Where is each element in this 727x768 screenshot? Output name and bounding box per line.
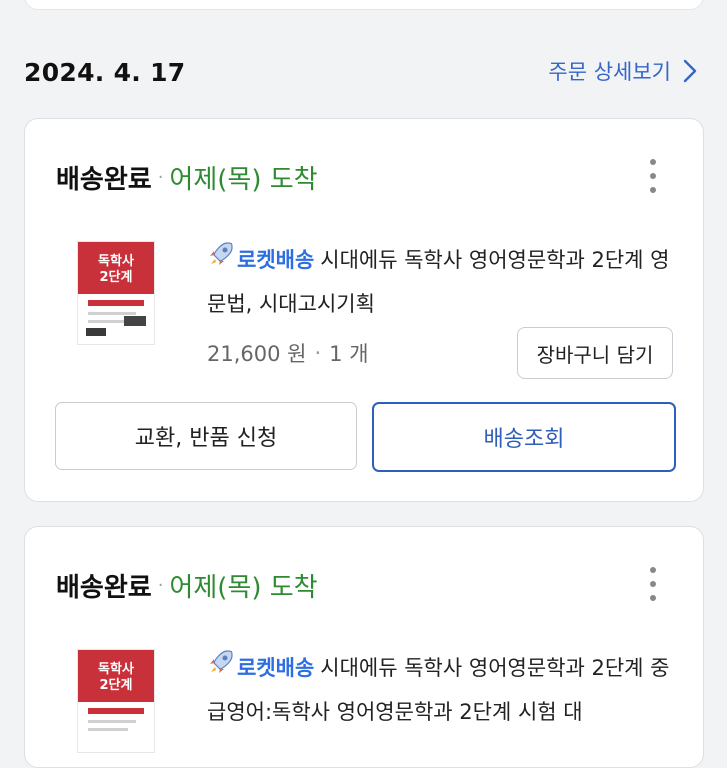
delivery-status: 배송완료 · 어제(목) 도착 [56, 159, 318, 196]
track-delivery-button[interactable]: 배송조회 [372, 402, 676, 472]
chevron-right-icon [683, 59, 697, 83]
cover-title-line2: 2단계 [99, 270, 133, 285]
order-header: 2024. 4. 17 주문 상세보기 [0, 52, 727, 96]
order-detail-label: 주문 상세보기 [548, 60, 671, 84]
add-to-cart-button[interactable]: 장바구니 담기 [517, 327, 673, 379]
product-thumbnail[interactable]: 독학사 2단계 [77, 241, 155, 345]
status-separator: · [157, 167, 164, 188]
order-item-card: 배송완료 · 어제(목) 도착 독학사 2단계 로켓배송 시대에듀 독학사 영어영… [24, 526, 704, 768]
arrival-text: 어제(목) 도착 [169, 573, 318, 603]
product-thumbnail[interactable]: 독학사 2단계 [77, 649, 155, 753]
order-detail-link[interactable]: 주문 상세보기 [548, 56, 697, 86]
rocket-delivery-label: 로켓배송 [237, 656, 315, 680]
previous-order-card [24, 0, 704, 10]
product-title[interactable]: 로켓배송 시대에듀 독학사 영어영문학과 2단계 영문법, 시대고시기획 [207, 239, 677, 326]
status-separator: · [157, 575, 164, 596]
cover-title-line2: 2단계 [99, 678, 133, 693]
arrival-text: 어제(목) 도착 [169, 165, 318, 195]
quantity: 1 개 [329, 342, 369, 366]
status-label: 배송완료 [56, 573, 152, 603]
status-label: 배송완료 [56, 165, 152, 195]
price: 21,600 원 [207, 342, 307, 366]
more-options-icon[interactable] [645, 567, 661, 601]
more-options-icon[interactable] [645, 159, 661, 193]
product-title[interactable]: 로켓배송 시대에듀 독학사 영어영문학과 2단계 중급영어:독학사 영어영문학과 … [207, 647, 677, 734]
rocket-icon [207, 240, 237, 283]
rocket-icon [207, 648, 237, 691]
delivery-status: 배송완료 · 어제(목) 도착 [56, 567, 318, 604]
cover-title-line1: 독학사 [98, 254, 134, 269]
price-row: 21,600 원 · 1 개 [207, 338, 369, 368]
rocket-delivery-label: 로켓배송 [237, 248, 315, 272]
order-date: 2024. 4. 17 [24, 58, 186, 87]
price-separator: · [314, 341, 322, 365]
cover-title-line1: 독학사 [98, 662, 134, 677]
order-item-card: 배송완료 · 어제(목) 도착 독학사 2단계 로켓배송 시대에듀 독학사 영어영… [24, 118, 704, 502]
exchange-return-button[interactable]: 교환, 반품 신청 [55, 402, 357, 470]
